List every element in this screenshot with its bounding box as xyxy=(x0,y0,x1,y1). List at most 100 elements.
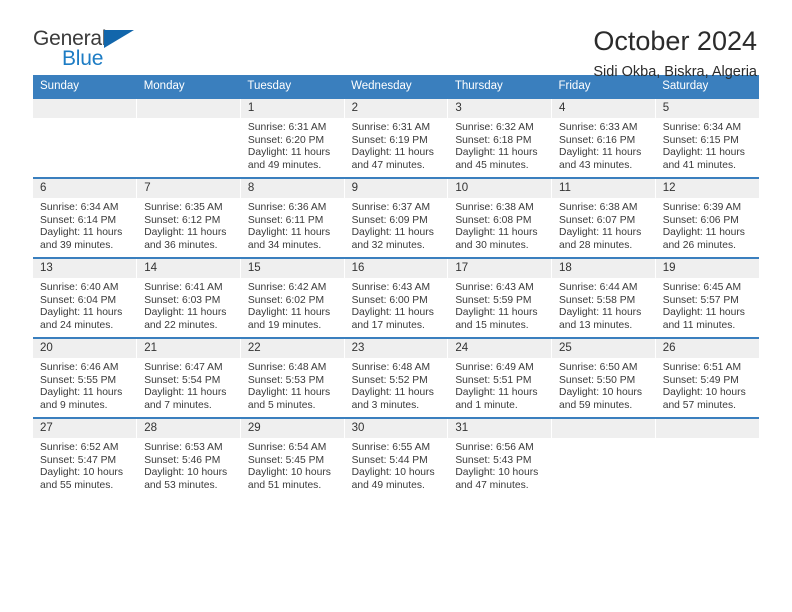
sunset-text: Sunset: 6:07 PM xyxy=(559,214,636,226)
sunrise-text: Sunrise: 6:48 AM xyxy=(247,362,327,373)
calendar-day-cell[interactable]: 16 Sunrise: 6:43 AM Sunset: 6:00 PM Dayligh… xyxy=(344,257,449,338)
day-details: Sunrise: 6:44 AM Sunset: 5:58 PM Daylight:… xyxy=(552,278,655,332)
calendar-day-cell[interactable]: 7 Sunrise: 6:35 AM Sunset: 6:12 PM Daylight… xyxy=(136,177,241,258)
daylight-text-line2: and 45 minutes. xyxy=(455,159,529,171)
calendar-day-cell[interactable]: 24 Sunrise: 6:49 AM Sunset: 5:51 PM Dayligh… xyxy=(447,337,553,418)
day-details: Sunrise: 6:34 AM Sunset: 6:15 PM Daylight:… xyxy=(656,118,759,172)
sunrise-text: Sunrise: 6:45 AM xyxy=(662,282,742,293)
calendar-day-cell[interactable]: 9 Sunrise: 6:37 AM Sunset: 6:09 PM Daylight… xyxy=(344,177,449,258)
day-number: 24 xyxy=(448,339,552,358)
calendar-cell-empty xyxy=(655,417,759,497)
calendar-day-cell[interactable]: 25 Sunrise: 6:50 AM Sunset: 5:50 PM Dayligh… xyxy=(551,337,656,418)
day-details: Sunrise: 6:45 AM Sunset: 5:57 PM Daylight:… xyxy=(656,278,759,332)
calendar-day-cell[interactable]: 29 Sunrise: 6:54 AM Sunset: 5:45 PM Dayligh… xyxy=(240,417,345,497)
calendar-day-cell[interactable]: 11 Sunrise: 6:38 AM Sunset: 6:07 PM Dayligh… xyxy=(551,177,656,258)
daylight-text-line2: and 34 minutes. xyxy=(247,239,322,251)
sunrise-text: Sunrise: 6:33 AM xyxy=(559,122,638,133)
day-number: 9 xyxy=(344,179,448,198)
daylight-text-line2: and 11 minutes. xyxy=(662,319,736,331)
daylight-text-line1: Daylight: 11 hours xyxy=(40,387,123,399)
day-number xyxy=(33,99,137,118)
daylight-text-line1: Daylight: 11 hours xyxy=(247,147,331,159)
calendar-day-cell[interactable]: 22 Sunrise: 6:48 AM Sunset: 5:53 PM Dayligh… xyxy=(240,337,345,418)
sunset-text: Sunset: 5:58 PM xyxy=(559,294,636,306)
calendar-day-cell[interactable]: 10 Sunrise: 6:38 AM Sunset: 6:08 PM Dayligh… xyxy=(447,177,553,258)
daylight-text-line2: and 51 minutes. xyxy=(247,479,322,491)
day-details: Sunrise: 6:53 AM Sunset: 5:46 PM Daylight:… xyxy=(137,438,240,492)
daylight-text-line1: Daylight: 11 hours xyxy=(455,387,538,399)
day-details xyxy=(656,438,759,442)
calendar-day-cell[interactable]: 20 Sunrise: 6:46 AM Sunset: 5:55 PM Dayligh… xyxy=(33,337,138,418)
day-details: Sunrise: 6:41 AM Sunset: 6:03 PM Daylight:… xyxy=(137,278,240,332)
day-details: Sunrise: 6:38 AM Sunset: 6:07 PM Daylight:… xyxy=(552,198,655,252)
calendar-day-cell[interactable]: 14 Sunrise: 6:41 AM Sunset: 6:03 PM Dayligh… xyxy=(136,257,241,338)
sunrise-text: Sunrise: 6:56 AM xyxy=(455,442,534,453)
weekday-header-sunday: Sunday xyxy=(33,75,137,98)
daylight-text-line2: and 47 minutes. xyxy=(351,159,425,171)
day-number: 14 xyxy=(137,259,240,278)
day-details xyxy=(137,118,240,122)
calendar-day-cell[interactable]: 3 Sunrise: 6:32 AM Sunset: 6:18 PM Daylight… xyxy=(447,97,553,178)
daylight-text-line1: Daylight: 11 hours xyxy=(455,307,538,319)
calendar-day-cell[interactable]: 1 Sunrise: 6:31 AM Sunset: 6:20 PM Daylight… xyxy=(240,97,345,178)
calendar-day-cell[interactable]: 12 Sunrise: 6:39 AM Sunset: 6:06 PM Dayligh… xyxy=(655,177,759,258)
day-details: Sunrise: 6:43 AM Sunset: 5:59 PM Daylight:… xyxy=(448,278,551,332)
calendar-day-cell[interactable]: 21 Sunrise: 6:47 AM Sunset: 5:54 PM Dayligh… xyxy=(136,337,241,418)
title-block: October 2024 Sidi Okba, Biskra, Algeria xyxy=(593,26,759,81)
daylight-text-line1: Daylight: 11 hours xyxy=(144,387,227,399)
calendar-cell-empty xyxy=(551,417,656,497)
sunset-text: Sunset: 5:53 PM xyxy=(247,374,325,386)
general-blue-logo[interactable]: General Blue xyxy=(33,26,143,76)
sunrise-text: Sunrise: 6:48 AM xyxy=(351,362,431,373)
sunrise-text: Sunrise: 6:34 AM xyxy=(662,122,742,133)
calendar-cell-empty xyxy=(33,97,138,178)
calendar-day-cell[interactable]: 13 Sunrise: 6:40 AM Sunset: 6:04 PM Dayligh… xyxy=(33,257,138,338)
calendar-day-cell[interactable]: 5 Sunrise: 6:34 AM Sunset: 6:15 PM Daylight… xyxy=(655,97,759,178)
calendar-day-cell[interactable]: 2 Sunrise: 6:31 AM Sunset: 6:19 PM Daylight… xyxy=(344,97,449,178)
daylight-text-line1: Daylight: 11 hours xyxy=(247,227,331,239)
sunrise-text: Sunrise: 6:31 AM xyxy=(351,122,431,133)
calendar-day-cell[interactable]: 26 Sunrise: 6:51 AM Sunset: 5:49 PM Dayligh… xyxy=(655,337,759,418)
daylight-text-line1: Daylight: 11 hours xyxy=(662,147,745,159)
day-number: 2 xyxy=(344,99,448,118)
daylight-text-line2: and 43 minutes. xyxy=(559,159,633,171)
calendar-day-cell[interactable]: 31 Sunrise: 6:56 AM Sunset: 5:43 PM Dayligh… xyxy=(447,417,553,497)
day-details: Sunrise: 6:31 AM Sunset: 6:19 PM Daylight:… xyxy=(345,118,448,172)
day-number: 15 xyxy=(240,259,344,278)
calendar-week-row: 13 Sunrise: 6:40 AM Sunset: 6:04 PM Dayligh… xyxy=(33,257,759,338)
day-number xyxy=(552,419,655,438)
daylight-text-line1: Daylight: 11 hours xyxy=(559,307,642,319)
sunrise-text: Sunrise: 6:49 AM xyxy=(455,362,534,373)
daylight-text-line2: and 30 minutes. xyxy=(455,239,529,251)
day-number: 21 xyxy=(137,339,240,358)
sunset-text: Sunset: 5:45 PM xyxy=(247,454,325,466)
calendar-week-row: 6 Sunrise: 6:34 AM Sunset: 6:14 PM Daylight… xyxy=(33,177,759,258)
day-number: 7 xyxy=(137,179,240,198)
calendar-day-cell[interactable]: 30 Sunrise: 6:55 AM Sunset: 5:44 PM Dayligh… xyxy=(344,417,449,497)
day-details: Sunrise: 6:39 AM Sunset: 6:06 PM Daylight:… xyxy=(656,198,759,252)
day-details: Sunrise: 6:48 AM Sunset: 5:52 PM Daylight:… xyxy=(345,358,448,412)
calendar-day-cell[interactable]: 28 Sunrise: 6:53 AM Sunset: 5:46 PM Dayligh… xyxy=(136,417,241,497)
sunset-text: Sunset: 5:52 PM xyxy=(351,374,428,386)
sunset-text: Sunset: 5:47 PM xyxy=(40,454,117,466)
day-number: 11 xyxy=(552,179,655,198)
calendar-day-cell[interactable]: 8 Sunrise: 6:36 AM Sunset: 6:11 PM Daylight… xyxy=(240,177,345,258)
daylight-text-line1: Daylight: 11 hours xyxy=(351,387,434,399)
calendar-day-cell[interactable]: 23 Sunrise: 6:48 AM Sunset: 5:52 PM Dayligh… xyxy=(344,337,449,418)
calendar-day-cell[interactable]: 4 Sunrise: 6:33 AM Sunset: 6:16 PM Daylight… xyxy=(551,97,656,178)
calendar-day-cell[interactable]: 15 Sunrise: 6:42 AM Sunset: 6:02 PM Dayligh… xyxy=(240,257,345,338)
daylight-text-line1: Daylight: 11 hours xyxy=(662,307,745,319)
logo-triangle-icon xyxy=(104,30,134,48)
calendar-day-cell[interactable]: 6 Sunrise: 6:34 AM Sunset: 6:14 PM Daylight… xyxy=(33,177,138,258)
weekday-header-wednesday: Wednesday xyxy=(344,75,448,98)
day-number: 31 xyxy=(448,419,552,438)
sunset-text: Sunset: 5:54 PM xyxy=(144,374,221,386)
sunrise-text: Sunrise: 6:38 AM xyxy=(455,202,534,213)
day-details: Sunrise: 6:46 AM Sunset: 5:55 PM Daylight:… xyxy=(33,358,136,412)
calendar-day-cell[interactable]: 27 Sunrise: 6:52 AM Sunset: 5:47 PM Dayligh… xyxy=(33,417,138,497)
calendar-day-cell[interactable]: 19 Sunrise: 6:45 AM Sunset: 5:57 PM Dayligh… xyxy=(655,257,759,338)
daylight-text-line2: and 17 minutes. xyxy=(351,319,425,331)
sunset-text: Sunset: 6:15 PM xyxy=(662,134,739,146)
calendar-day-cell[interactable]: 18 Sunrise: 6:44 AM Sunset: 5:58 PM Dayligh… xyxy=(551,257,656,338)
calendar-day-cell[interactable]: 17 Sunrise: 6:43 AM Sunset: 5:59 PM Dayligh… xyxy=(447,257,553,338)
